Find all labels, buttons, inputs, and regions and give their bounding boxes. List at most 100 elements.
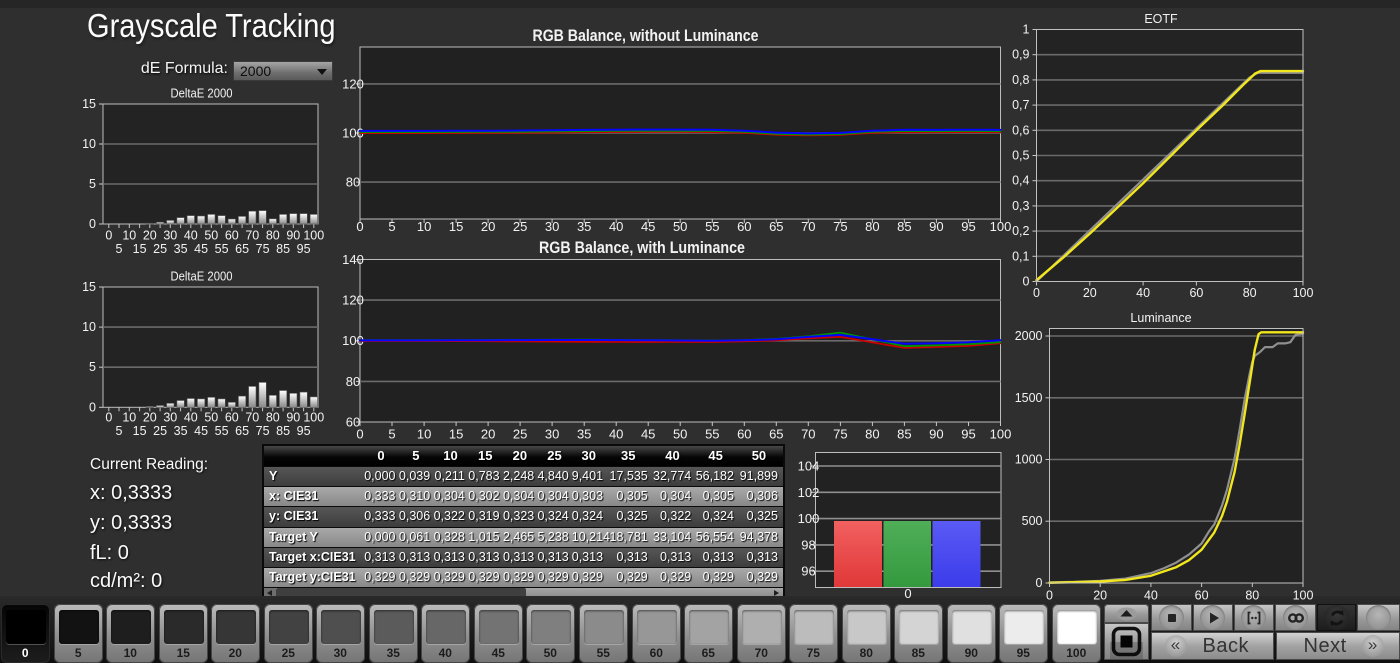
svg-text:20: 20 — [481, 219, 495, 234]
svg-text:95: 95 — [961, 219, 975, 234]
svg-text:60: 60 — [737, 427, 751, 442]
svg-text:100: 100 — [342, 333, 364, 348]
svg-text:40: 40 — [1136, 286, 1150, 300]
svg-text:70: 70 — [801, 427, 815, 442]
svg-text:90: 90 — [929, 427, 943, 442]
svg-text:102: 102 — [798, 485, 820, 500]
svg-text:60: 60 — [346, 415, 360, 430]
svg-text:60: 60 — [225, 411, 239, 425]
svg-text:0: 0 — [356, 219, 363, 234]
svg-text:500: 500 — [1022, 514, 1043, 528]
svg-text:0: 0 — [1023, 275, 1030, 289]
svg-text:100: 100 — [342, 126, 364, 141]
svg-text:45: 45 — [641, 427, 655, 442]
svg-text:5: 5 — [89, 177, 96, 191]
svg-text:80: 80 — [346, 374, 360, 389]
svg-text:60: 60 — [737, 219, 751, 234]
svg-text:55: 55 — [215, 424, 229, 438]
svg-text:0,4: 0,4 — [1012, 174, 1029, 188]
svg-text:10: 10 — [82, 137, 96, 151]
svg-text:2000: 2000 — [1015, 329, 1043, 343]
svg-text:15: 15 — [133, 424, 147, 438]
svg-text:100: 100 — [1293, 286, 1314, 300]
svg-text:EOTF: EOTF — [1144, 12, 1178, 26]
svg-text:0: 0 — [356, 427, 363, 442]
svg-text:0,7: 0,7 — [1012, 98, 1029, 112]
svg-text:15: 15 — [449, 427, 463, 442]
svg-text:0,1: 0,1 — [1012, 249, 1029, 263]
svg-text:15: 15 — [449, 219, 463, 234]
svg-text:DeltaE 2000: DeltaE 2000 — [171, 87, 233, 101]
svg-text:0: 0 — [1036, 576, 1043, 590]
svg-text:30: 30 — [545, 427, 559, 442]
svg-text:95: 95 — [297, 424, 311, 438]
svg-text:20: 20 — [1083, 286, 1097, 300]
svg-text:75: 75 — [833, 219, 847, 234]
svg-text:RGB Balance, without Luminance: RGB Balance, without Luminance — [533, 27, 759, 45]
svg-text:140: 140 — [342, 252, 364, 267]
svg-text:60: 60 — [225, 229, 239, 243]
svg-text:100: 100 — [990, 427, 1012, 442]
svg-text:40: 40 — [184, 229, 198, 243]
svg-text:65: 65 — [235, 424, 249, 438]
svg-text:10: 10 — [417, 219, 431, 234]
svg-text:10: 10 — [417, 427, 431, 442]
svg-text:20: 20 — [143, 229, 157, 243]
svg-text:0: 0 — [105, 229, 112, 243]
svg-text:15: 15 — [82, 280, 96, 294]
svg-text:RGB Balance, with Luminance: RGB Balance, with Luminance — [539, 239, 745, 257]
svg-text:80: 80 — [865, 427, 879, 442]
svg-text:0: 0 — [105, 411, 112, 425]
svg-text:80: 80 — [865, 219, 879, 234]
svg-text:100: 100 — [303, 411, 324, 425]
svg-text:25: 25 — [153, 424, 167, 438]
svg-text:55: 55 — [705, 219, 719, 234]
svg-text:40: 40 — [184, 411, 198, 425]
svg-text:0,8: 0,8 — [1012, 73, 1029, 87]
svg-text:0,2: 0,2 — [1012, 224, 1029, 238]
svg-text:DeltaE 2000: DeltaE 2000 — [171, 270, 233, 284]
svg-text:30: 30 — [163, 411, 177, 425]
svg-text:0: 0 — [89, 400, 96, 414]
svg-text:10: 10 — [82, 320, 96, 334]
svg-text:100: 100 — [990, 219, 1012, 234]
svg-text:30: 30 — [545, 219, 559, 234]
svg-text:1000: 1000 — [1015, 453, 1043, 467]
svg-text:5: 5 — [116, 242, 123, 256]
svg-text:45: 45 — [194, 242, 208, 256]
svg-text:55: 55 — [705, 427, 719, 442]
svg-text:0,5: 0,5 — [1012, 149, 1029, 163]
svg-text:85: 85 — [276, 424, 290, 438]
svg-text:Luminance: Luminance — [1130, 311, 1191, 325]
svg-text:50: 50 — [673, 427, 687, 442]
svg-text:55: 55 — [215, 242, 229, 256]
svg-text:0,9: 0,9 — [1012, 48, 1029, 62]
svg-text:85: 85 — [897, 427, 911, 442]
svg-text:80: 80 — [266, 411, 280, 425]
svg-text:90: 90 — [929, 219, 943, 234]
svg-text:0,6: 0,6 — [1012, 123, 1029, 137]
svg-text:90: 90 — [286, 229, 300, 243]
svg-text:40: 40 — [609, 427, 623, 442]
svg-text:65: 65 — [769, 427, 783, 442]
svg-text:70: 70 — [245, 411, 259, 425]
svg-text:100: 100 — [303, 229, 324, 243]
svg-text:65: 65 — [769, 219, 783, 234]
svg-text:50: 50 — [673, 219, 687, 234]
svg-text:5: 5 — [388, 219, 395, 234]
svg-text:5: 5 — [388, 427, 395, 442]
svg-text:0,3: 0,3 — [1012, 199, 1029, 213]
svg-text:25: 25 — [513, 427, 527, 442]
svg-text:100: 100 — [798, 511, 820, 526]
svg-text:1: 1 — [1023, 23, 1030, 37]
svg-text:15: 15 — [133, 242, 147, 256]
svg-text:120: 120 — [342, 76, 364, 91]
svg-text:80: 80 — [266, 229, 280, 243]
svg-text:0: 0 — [89, 217, 96, 231]
svg-text:95: 95 — [961, 427, 975, 442]
svg-text:35: 35 — [174, 242, 188, 256]
svg-text:75: 75 — [256, 242, 270, 256]
svg-text:1500: 1500 — [1015, 391, 1043, 405]
svg-text:5: 5 — [89, 360, 96, 374]
svg-text:30: 30 — [163, 229, 177, 243]
